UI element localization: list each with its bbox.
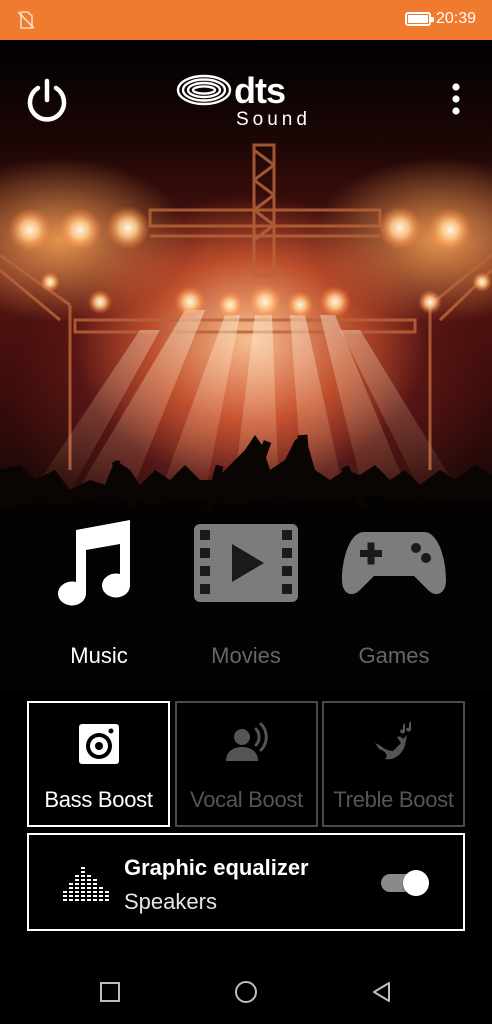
- triangle-back-icon[interactable]: [370, 980, 394, 1004]
- speaker-icon: [78, 724, 119, 764]
- bass-boost-label: Bass Boost: [44, 787, 153, 812]
- voice-icon: [225, 722, 268, 761]
- vocal-boost-tile[interactable]: Vocal Boost: [175, 701, 318, 827]
- battery-full-icon: [405, 12, 434, 26]
- logo-sub: Sound: [236, 109, 311, 128]
- equalizer-toggle[interactable]: [381, 870, 429, 896]
- square-icon[interactable]: [98, 980, 122, 1004]
- vocal-boost-label: Vocal Boost: [190, 787, 303, 812]
- navigation-bar: [0, 960, 492, 1024]
- mode-games-label[interactable]: Games: [320, 643, 468, 669]
- equalizer-subtitle: Speakers: [124, 889, 217, 914]
- mode-movies-label[interactable]: Movies: [172, 643, 320, 669]
- toggle-knob: [403, 870, 429, 896]
- graphic-equalizer-panel[interactable]: Graphic equalizer Speakers: [27, 833, 465, 931]
- dts-logo-icon: dts Sound: [176, 70, 311, 130]
- more-vert-icon[interactable]: [444, 82, 468, 116]
- movie-film-icon[interactable]: [192, 522, 300, 604]
- mode-music-label[interactable]: Music: [25, 643, 173, 669]
- no-sim-icon: [17, 11, 35, 29]
- equalizer-bars-icon: [63, 867, 109, 901]
- bass-boost-tile[interactable]: Bass Boost: [27, 701, 170, 827]
- treble-boost-tile[interactable]: Treble Boost: [322, 701, 465, 827]
- dts-sound-logo: dts Sound: [176, 70, 326, 130]
- bird-notes-icon: [374, 721, 411, 760]
- treble-boost-label: Treble Boost: [333, 787, 454, 812]
- logo-brand: dts: [234, 70, 285, 111]
- power-button[interactable]: [24, 78, 70, 124]
- gamepad-icon[interactable]: [340, 528, 448, 598]
- equalizer-title: Graphic equalizer: [124, 855, 309, 880]
- circle-icon[interactable]: [234, 980, 258, 1004]
- music-note-icon[interactable]: [50, 516, 136, 610]
- status-bar: 20:39: [0, 0, 492, 40]
- status-time: 20:39: [436, 10, 477, 27]
